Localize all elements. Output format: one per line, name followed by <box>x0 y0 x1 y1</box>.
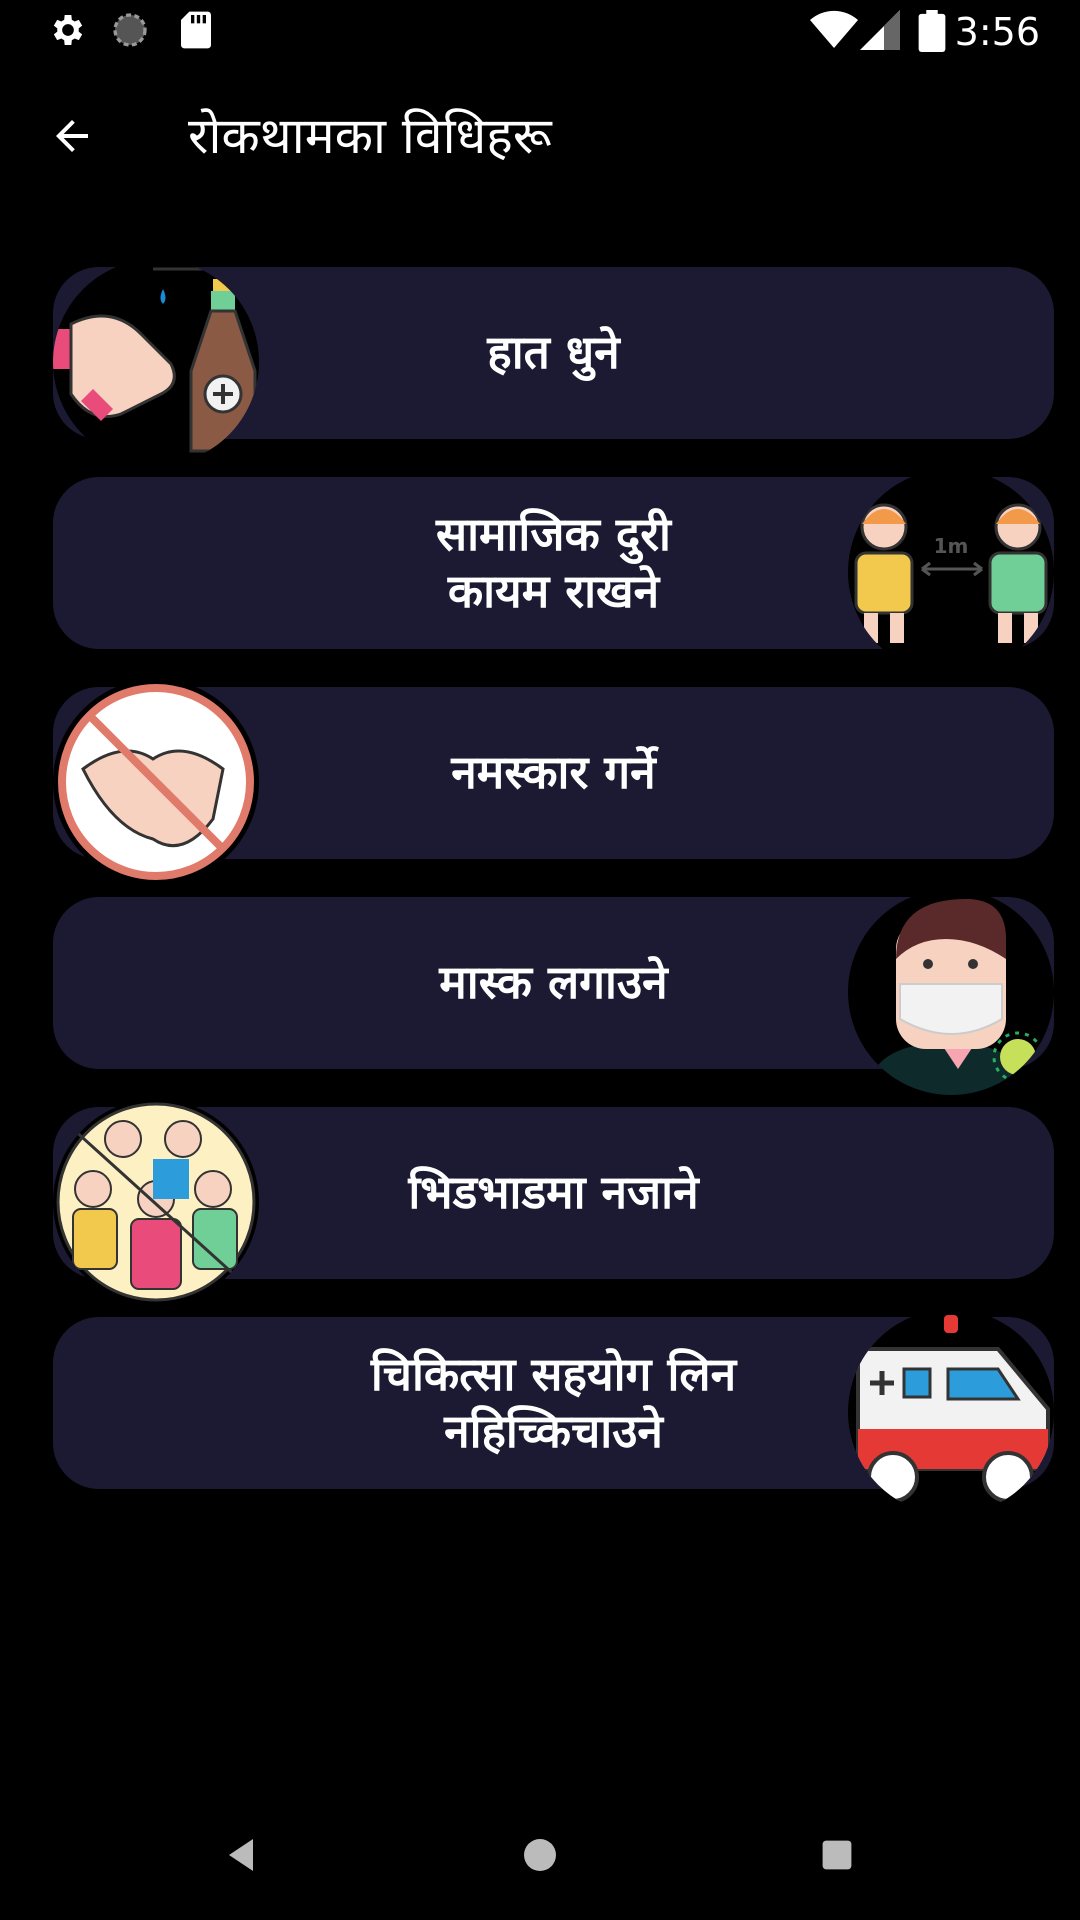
nav-recents-button[interactable] <box>802 1820 872 1890</box>
status-time: 3:56 <box>954 10 1040 54</box>
settings-icon <box>48 10 88 54</box>
nav-home-icon <box>524 1839 556 1871</box>
nav-back-button[interactable] <box>206 1820 276 1890</box>
nav-home-button[interactable] <box>505 1820 575 1890</box>
card-avoid-crowd[interactable]: भिडभाडमा नजाने <box>53 1099 1054 1305</box>
navigation-bar <box>0 1790 1080 1920</box>
card-social-distance[interactable]: सामाजिक दुरी कायम राखने 1m <box>53 469 1054 675</box>
app-bar: रोकथामका विधिहरू <box>0 64 1080 204</box>
arrow-back-icon <box>56 120 88 152</box>
battery-icon <box>918 10 946 56</box>
card-mask[interactable]: मास्क लगाउने <box>53 889 1054 1095</box>
back-button[interactable] <box>40 104 104 168</box>
card-hand-wash[interactable]: हात धुने <box>53 259 1054 465</box>
card-namaste[interactable]: नमस्कार गर्ने <box>53 679 1054 885</box>
card-medical-help[interactable]: चिकित्सा सहयोग लिन नहिच्किचाउने <box>53 1309 1054 1515</box>
nav-recents-icon <box>822 1840 852 1870</box>
sd-card-icon <box>178 10 214 54</box>
distance-label: 1m <box>934 534 969 558</box>
hand-wash-icon <box>53 259 259 465</box>
nav-back-icon <box>229 1839 253 1871</box>
prevention-list: हात धुने सामाजिक दुरी कायम राखने 1m नमस्… <box>53 259 1054 1527</box>
page-title: रोकथामका विधिहरू <box>188 107 552 165</box>
ambulance-icon <box>848 1309 1054 1515</box>
status-bar: 3:56 <box>0 0 1080 64</box>
no-crowd-icon <box>53 1099 259 1305</box>
mask-person-icon <box>848 889 1054 1095</box>
wifi-icon <box>810 10 858 54</box>
sync-icon <box>110 10 150 54</box>
signal-icon <box>860 10 900 54</box>
no-handshake-icon <box>53 679 259 885</box>
social-distance-icon: 1m <box>848 469 1054 675</box>
